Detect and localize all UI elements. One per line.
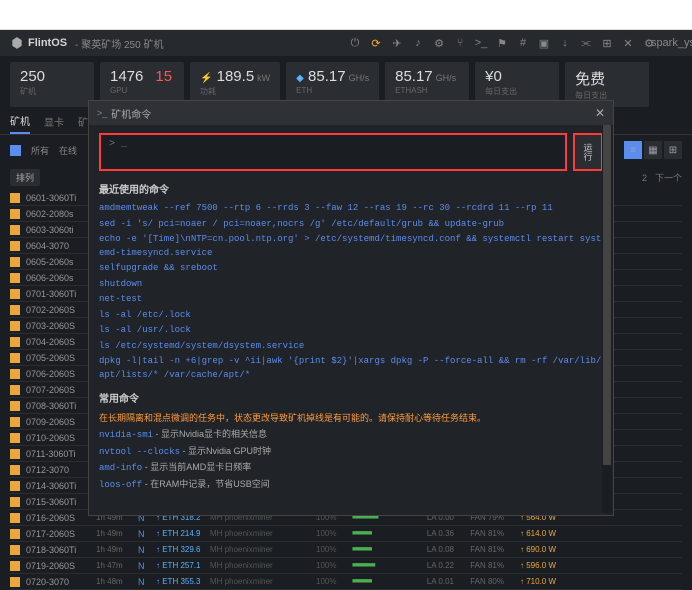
modal-body: 运行 最近使用的命令 amdmemtweak --ref 7500 --rtp … bbox=[89, 125, 613, 515]
common-section-title: 常用命令 bbox=[99, 390, 603, 405]
table-row[interactable]: 0718-3060Ti1h 49mN↑ ETH 329.6MH phoenixm… bbox=[10, 542, 682, 558]
top-bar: FlintOS - 聚英矿场 250 矿机 ⏻ ⟳ ✈ ♪ ⚙ ⑂ >_ ⚑ #… bbox=[0, 30, 692, 56]
flag-icon[interactable]: ⚑ bbox=[496, 37, 508, 49]
row-checkbox[interactable] bbox=[10, 417, 20, 427]
browser-chrome bbox=[0, 0, 692, 30]
row-checkbox[interactable] bbox=[10, 257, 20, 267]
settings-icon[interactable]: ✕ bbox=[622, 37, 634, 49]
command-input[interactable] bbox=[99, 133, 567, 171]
common-command[interactable]: loos-off - 在RAM中记录，节省USB空间 bbox=[99, 478, 603, 493]
row-checkbox[interactable] bbox=[10, 513, 20, 523]
logo[interactable]: FlintOS bbox=[10, 36, 67, 50]
tab-miners[interactable]: 矿机 bbox=[10, 113, 30, 134]
recent-command[interactable]: sed -i 's/ pci=noaer / pci=noaer,nocrs /… bbox=[99, 218, 603, 232]
table-row[interactable]: 0720-30701h 48mN↑ ETH 355.3MH phoenixmin… bbox=[10, 574, 682, 590]
download-icon[interactable]: ↓ bbox=[559, 37, 571, 49]
close-icon[interactable]: ✕ bbox=[595, 106, 605, 120]
breadcrumb: - 聚英矿场 250 矿机 bbox=[75, 36, 163, 51]
recent-command[interactable]: net-test bbox=[99, 293, 603, 307]
common-command[interactable]: nvtool --clocks - 显示Nvidia GPU时钟 bbox=[99, 445, 603, 460]
row-checkbox[interactable] bbox=[10, 353, 20, 363]
view-tiles-icon[interactable]: ⊞ bbox=[664, 141, 682, 159]
select-all-checkbox[interactable] bbox=[10, 145, 21, 156]
recent-command[interactable]: selfupgrade && sreboot bbox=[99, 262, 603, 276]
row-checkbox[interactable] bbox=[10, 529, 20, 539]
row-checkbox[interactable] bbox=[10, 401, 20, 411]
recent-command[interactable]: echo -e '[Time]\nNTP=cn.pool.ntp.org' > … bbox=[99, 233, 603, 260]
page-number: 2 bbox=[642, 173, 647, 183]
common-command[interactable]: nvidia-smi - 显示Nvidia显卡的相关信息 bbox=[99, 428, 603, 443]
row-checkbox[interactable] bbox=[10, 321, 20, 331]
recent-command[interactable]: dpkg -l|tail -n +6|grep -v ^ii|awk '{pri… bbox=[99, 355, 603, 382]
table-row[interactable]: 0719-2060S1h 47mN↑ ETH 257.1MH phoenixmi… bbox=[10, 558, 682, 574]
rocket-icon[interactable]: ✈ bbox=[391, 37, 403, 49]
top-toolbar: ⏻ ⟳ ✈ ♪ ⚙ ⑂ >_ ⚑ # ▣ ↓ ⫘ ⊞ ✕ ⚙ spark_ysh bbox=[349, 37, 682, 49]
sliders-icon[interactable]: ⚙ bbox=[433, 37, 445, 49]
modal-scrollbar[interactable] bbox=[602, 125, 612, 513]
row-checkbox[interactable] bbox=[10, 193, 20, 203]
common-command[interactable]: amd-info - 显示当前AMD显卡日频率 bbox=[99, 461, 603, 476]
row-checkbox[interactable] bbox=[10, 289, 20, 299]
run-button[interactable]: 运行 bbox=[573, 133, 603, 171]
brand-name: FlintOS bbox=[28, 37, 67, 49]
scrollbar-thumb[interactable] bbox=[603, 125, 611, 465]
tab-gpus[interactable]: 显卡 bbox=[44, 114, 64, 133]
recent-command[interactable]: amdmemtweak --ref 7500 --rtp 6 --rrds 3 … bbox=[99, 202, 603, 216]
branch-icon[interactable]: ⑂ bbox=[454, 37, 466, 49]
row-checkbox[interactable] bbox=[10, 209, 20, 219]
row-checkbox[interactable] bbox=[10, 561, 20, 571]
filter-online[interactable]: 在线 bbox=[59, 144, 77, 157]
command-input-row: 运行 bbox=[99, 133, 603, 171]
window-icon[interactable]: ▣ bbox=[538, 37, 550, 49]
link-icon[interactable]: ⫘ bbox=[580, 37, 592, 49]
recent-command[interactable]: ls /etc/systemd/system/dsystem.service bbox=[99, 340, 603, 354]
power-icon[interactable]: ⏻ bbox=[349, 37, 361, 49]
logo-icon bbox=[10, 36, 24, 50]
recent-command[interactable]: ls -al /etc/.lock bbox=[99, 309, 603, 323]
tag-icon[interactable]: ⊞ bbox=[601, 37, 613, 49]
stat-card: 250矿机 bbox=[10, 62, 94, 107]
recent-command[interactable]: shutdown bbox=[99, 278, 603, 292]
modal-header: >_ 矿机命令 ✕ bbox=[89, 101, 613, 125]
row-checkbox[interactable] bbox=[10, 225, 20, 235]
recent-command[interactable]: ls -al /usr/.lock bbox=[99, 324, 603, 338]
modal-title: 矿机命令 bbox=[111, 106, 151, 121]
recent-section-title: 最近使用的命令 bbox=[99, 181, 603, 196]
row-checkbox[interactable] bbox=[10, 241, 20, 251]
filter-all[interactable]: 所有 bbox=[31, 144, 49, 157]
row-checkbox[interactable] bbox=[10, 369, 20, 379]
terminal-small-icon: >_ bbox=[97, 108, 107, 118]
row-checkbox[interactable] bbox=[10, 481, 20, 491]
hash-icon[interactable]: # bbox=[517, 37, 529, 49]
row-checkbox[interactable] bbox=[10, 545, 20, 555]
refresh-icon[interactable]: ⟳ bbox=[370, 37, 382, 49]
warning-text: 在长期隔离和混点微调的任务中，状态更改导致矿机掉线是有可能的。请保持耐心等待任务… bbox=[99, 411, 603, 424]
command-modal: >_ 矿机命令 ✕ 运行 最近使用的命令 amdmemtweak --ref 7… bbox=[88, 100, 614, 516]
table-row[interactable]: 0717-2060S1h 49mN↑ ETH 214.9MH phoenixmi… bbox=[10, 526, 682, 542]
view-grid-icon[interactable]: ▦ bbox=[644, 141, 662, 159]
view-switcher: ≡ ▦ ⊞ bbox=[624, 141, 682, 159]
next-page[interactable]: 下一个 bbox=[655, 171, 682, 184]
row-checkbox[interactable] bbox=[10, 305, 20, 315]
user-name[interactable]: spark_ysh bbox=[670, 37, 682, 49]
row-checkbox[interactable] bbox=[10, 337, 20, 347]
tune-icon[interactable]: ♪ bbox=[412, 37, 424, 49]
row-checkbox[interactable] bbox=[10, 465, 20, 475]
row-checkbox[interactable] bbox=[10, 433, 20, 443]
row-checkbox[interactable] bbox=[10, 385, 20, 395]
view-list-icon[interactable]: ≡ bbox=[624, 141, 642, 159]
row-checkbox[interactable] bbox=[10, 577, 20, 587]
sort-select[interactable]: 排列 bbox=[10, 169, 40, 186]
row-checkbox[interactable] bbox=[10, 449, 20, 459]
row-checkbox[interactable] bbox=[10, 497, 20, 507]
terminal-icon[interactable]: >_ bbox=[475, 37, 487, 49]
row-checkbox[interactable] bbox=[10, 273, 20, 283]
